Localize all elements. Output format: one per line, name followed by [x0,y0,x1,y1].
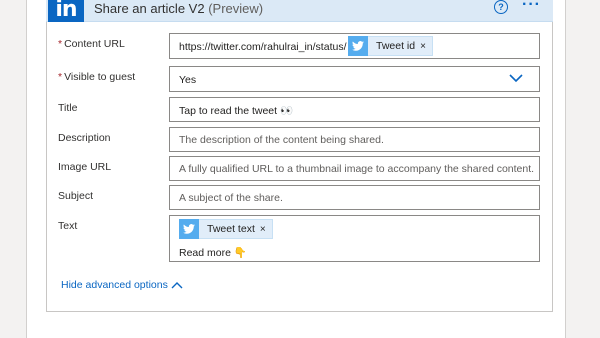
text-value: Read more 👇 [179,247,247,259]
action-title[interactable]: Share an article V2 (Preview) [94,1,263,17]
image-url-placeholder: A fully qualified URL to a thumbnail ima… [179,163,535,175]
token-remove-icon[interactable]: × [420,41,432,52]
visible-to-guest-value: Yes [179,74,197,86]
description-placeholder: The description of the content being sha… [179,134,384,146]
preview-tag: (Preview) [208,1,264,16]
image-url-label: Image URL [58,161,112,173]
linkedin-logo: in [48,0,84,22]
visible-to-guest-dropdown[interactable]: Yes [169,66,540,92]
title-field[interactable]: Tap to read the tweet 👀 [169,97,540,122]
text-field[interactable]: Tweet text × Read more 👇 [169,215,540,262]
visible-to-guest-label: * Visible to guest [58,71,136,83]
twitter-bird-icon [179,219,199,239]
hide-advanced-options-link[interactable]: Hide advanced options [61,279,168,291]
description-field[interactable]: The description of the content being sha… [169,127,540,152]
content-url-field[interactable]: https://twitter.com/rahulrai_in/status/ … [169,33,540,59]
token-remove-icon[interactable]: × [260,224,272,235]
chevron-down-icon[interactable] [509,73,523,83]
required-marker: * [58,38,63,50]
subject-placeholder: A subject of the share. [179,192,283,204]
tweet-id-token[interactable]: Tweet id × [348,36,433,56]
token-label: Tweet id [376,40,416,52]
title-value: Tap to read the tweet 👀 [179,105,294,117]
required-marker: * [58,71,63,83]
description-label: Description [58,132,111,144]
content-url-text: https://twitter.com/rahulrai_in/status/ [179,41,347,53]
text-label: Text [58,220,78,232]
subject-field[interactable]: A subject of the share. [169,185,540,210]
action-title-text: Share an article V2 [94,1,205,16]
image-url-field[interactable]: A fully qualified URL to a thumbnail ima… [169,156,540,181]
subject-label: Subject [58,190,94,202]
more-options-icon[interactable]: ··· [522,0,541,13]
chevron-up-icon[interactable] [171,281,183,289]
title-label: Title [58,102,78,114]
help-icon[interactable]: ? [494,0,508,14]
token-label: Tweet text [207,223,255,235]
tweet-text-token[interactable]: Tweet text × [179,219,273,239]
twitter-bird-icon [348,36,368,56]
content-url-label: * Content URL [58,38,125,50]
